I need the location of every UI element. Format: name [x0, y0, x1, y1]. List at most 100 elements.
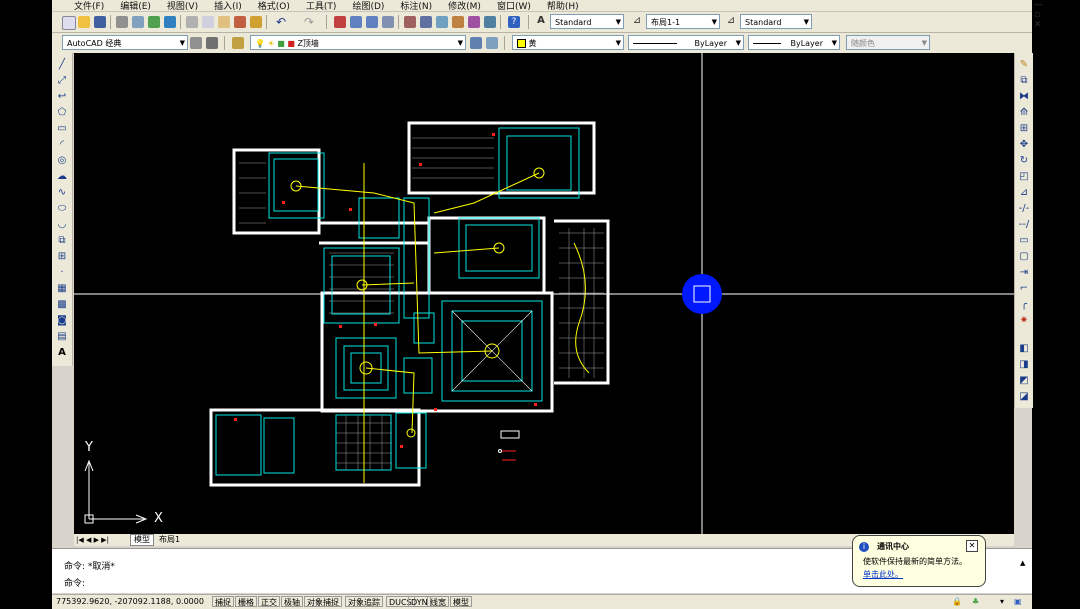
- stretch-icon[interactable]: ⊿: [1017, 187, 1031, 198]
- notification-link[interactable]: 单击此处。: [863, 569, 903, 580]
- polygon-icon[interactable]: ⬠: [55, 107, 69, 118]
- grid-button[interactable]: 栅格: [235, 596, 257, 607]
- region-icon[interactable]: ◙: [55, 315, 69, 326]
- make-block-icon[interactable]: ⊞: [55, 251, 69, 262]
- lineweight-select[interactable]: ByLayer ▼: [748, 35, 840, 50]
- menu-window[interactable]: 窗口(W): [489, 0, 539, 11]
- construction-line-icon[interactable]: ⤢: [55, 75, 69, 86]
- extend-icon[interactable]: --/: [1017, 219, 1031, 230]
- ortho-button[interactable]: 正交: [258, 596, 280, 607]
- tray-comm-icon[interactable]: ♣: [970, 596, 981, 607]
- 3d-icon[interactable]: [164, 16, 176, 28]
- copy-icon[interactable]: [202, 16, 214, 28]
- spline-icon[interactable]: ∿: [55, 187, 69, 198]
- draworder-back-icon[interactable]: ◨: [1017, 359, 1031, 370]
- line-icon[interactable]: ╱: [55, 59, 69, 70]
- chamfer-icon[interactable]: ⌐: [1017, 283, 1031, 294]
- rectangle-icon[interactable]: ▭: [55, 123, 69, 134]
- tab-model[interactable]: 模型: [130, 534, 154, 546]
- new-icon[interactable]: [62, 16, 76, 30]
- workspace-select[interactable]: AutoCAD 经典 ▼: [62, 35, 188, 50]
- save-icon[interactable]: [94, 16, 106, 28]
- layer-manager-icon[interactable]: [232, 37, 244, 49]
- drawing-canvas[interactable]: Y X: [74, 53, 1014, 534]
- draworder-above-icon[interactable]: ◩: [1017, 375, 1031, 386]
- color-select[interactable]: 黄 ▼: [512, 35, 624, 50]
- menu-tools[interactable]: 工具(T): [298, 0, 345, 11]
- draworder-under-icon[interactable]: ◪: [1017, 391, 1031, 402]
- menu-edit[interactable]: 编辑(E): [112, 0, 159, 11]
- menu-format[interactable]: 格式(O): [250, 0, 298, 11]
- point-icon[interactable]: ·: [55, 267, 69, 278]
- design-center-icon[interactable]: [420, 16, 432, 28]
- layout-select[interactable]: 布局1-1 ▼: [646, 14, 720, 29]
- print-icon[interactable]: [116, 16, 128, 28]
- otrack-button[interactable]: 对象追踪: [345, 596, 383, 607]
- match-properties-icon[interactable]: [234, 16, 246, 28]
- menu-modify[interactable]: 修改(M): [440, 0, 489, 11]
- workspace-settings-icon[interactable]: [190, 37, 202, 49]
- join-icon[interactable]: ⇥: [1017, 267, 1031, 278]
- move-icon[interactable]: ✥: [1017, 139, 1031, 150]
- preview-icon[interactable]: [132, 16, 144, 28]
- menu-insert[interactable]: 插入(I): [206, 0, 250, 11]
- dim-style-select[interactable]: Standard ▼: [740, 14, 812, 29]
- break-at-point-icon[interactable]: ▭: [1017, 235, 1031, 246]
- workspace-save-icon[interactable]: [206, 37, 218, 49]
- offset-icon[interactable]: ⟰: [1017, 107, 1031, 118]
- linetype-select[interactable]: ByLayer ▼: [628, 35, 744, 50]
- window-controls[interactable]: — ▫ ✕: [1034, 0, 1043, 30]
- model-button[interactable]: 模型: [450, 596, 472, 607]
- osnap-button[interactable]: 对象捕捉: [304, 596, 342, 607]
- lineweight-button[interactable]: 线宽: [427, 596, 449, 607]
- copy-object-icon[interactable]: ⧉: [1017, 75, 1031, 86]
- gradient-icon[interactable]: ▩: [55, 299, 69, 310]
- close-icon[interactable]: ✕: [966, 540, 978, 552]
- break-icon[interactable]: ▢: [1017, 251, 1031, 262]
- explode-icon[interactable]: ✷: [1017, 315, 1031, 326]
- layer-select[interactable]: 💡 ☀ ■ ■ Z顶墙 ▼: [250, 35, 466, 50]
- erase-icon[interactable]: ✎: [1017, 59, 1031, 70]
- cut-icon[interactable]: [186, 16, 198, 28]
- properties-icon[interactable]: [404, 16, 416, 28]
- help-icon[interactable]: ?: [508, 16, 520, 28]
- insert-block-icon[interactable]: ⧉: [55, 235, 69, 246]
- layer-previous-icon[interactable]: [486, 37, 498, 49]
- zoom-previous-icon[interactable]: [382, 16, 394, 28]
- mirror-icon[interactable]: ⧓: [1017, 91, 1031, 102]
- zoom-window-icon[interactable]: [366, 16, 378, 28]
- polar-button[interactable]: 极轴: [281, 596, 303, 607]
- polyline-icon[interactable]: ↩: [55, 91, 69, 102]
- hatch-icon[interactable]: ▦: [55, 283, 69, 294]
- multiline-text-icon[interactable]: A: [55, 347, 69, 358]
- ellipse-icon[interactable]: ⬭: [55, 203, 69, 214]
- fillet-icon[interactable]: ╭: [1017, 299, 1031, 310]
- command-scroll-up-icon[interactable]: ▲: [1020, 559, 1025, 567]
- revision-cloud-icon[interactable]: ☁: [55, 171, 69, 182]
- menu-draw[interactable]: 绘图(D): [344, 0, 392, 11]
- tool-palettes-icon[interactable]: [436, 16, 448, 28]
- ellipse-arc-icon[interactable]: ◡: [55, 219, 69, 230]
- sheet-set-icon[interactable]: [452, 16, 464, 28]
- calculator-icon[interactable]: [484, 16, 496, 28]
- array-icon[interactable]: ⊞: [1017, 123, 1031, 134]
- trim-icon[interactable]: -/-: [1017, 203, 1031, 214]
- circle-icon[interactable]: ◎: [55, 155, 69, 166]
- scale-icon[interactable]: ◰: [1017, 171, 1031, 182]
- make-current-layer-icon[interactable]: [470, 37, 482, 49]
- clean-screen-icon[interactable]: ▣: [1012, 596, 1024, 607]
- paste-icon[interactable]: [218, 16, 230, 28]
- draworder-front-icon[interactable]: ◧: [1017, 343, 1031, 354]
- snap-button[interactable]: 捕捉: [212, 596, 234, 607]
- zoom-realtime-icon[interactable]: [350, 16, 362, 28]
- block-editor-icon[interactable]: [250, 16, 262, 28]
- coordinate-readout[interactable]: 775392.9620, -207092.1188, 0.0000: [54, 596, 206, 607]
- menu-dimension[interactable]: 标注(N): [392, 0, 440, 11]
- text-style-select[interactable]: Standard ▼: [550, 14, 624, 29]
- rotate-icon[interactable]: ↻: [1017, 155, 1031, 166]
- arc-icon[interactable]: ◜: [55, 139, 69, 150]
- table-icon[interactable]: ▤: [55, 331, 69, 342]
- plotstyle-select[interactable]: 随颜色 ▼: [846, 35, 930, 50]
- menu-view[interactable]: 视图(V): [159, 0, 206, 11]
- command-prompt[interactable]: 命令:: [64, 576, 85, 589]
